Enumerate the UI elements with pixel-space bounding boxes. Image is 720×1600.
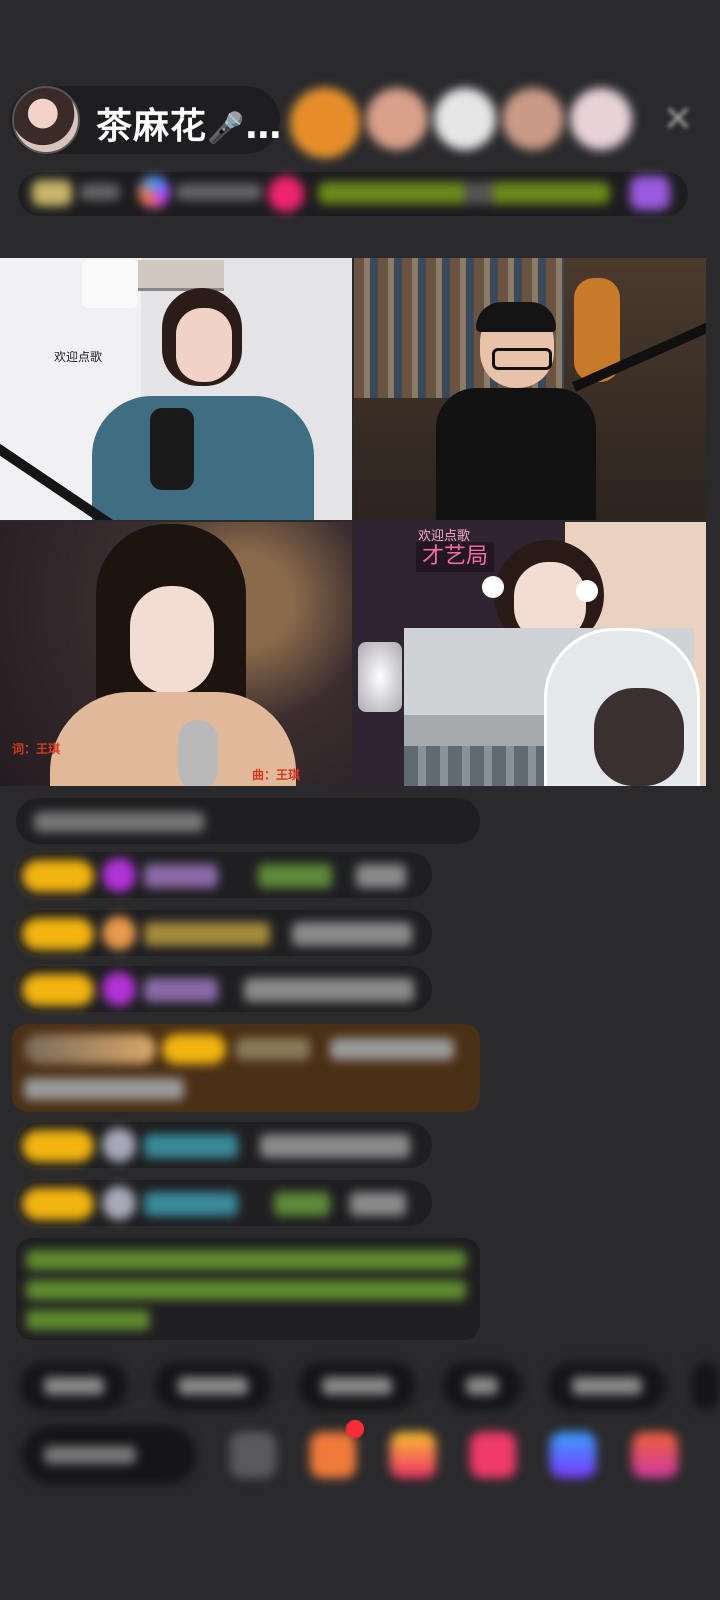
viewer-avatar-1[interactable] [290,88,360,158]
lyric-label: 词：王琪 [12,742,61,756]
rank-item-text-2 [176,184,262,200]
chat-username [144,978,218,1002]
game-icon[interactable] [550,1432,596,1478]
viewer-avatar-4[interactable] [502,88,564,150]
quick-reply-3[interactable] [298,1362,416,1410]
level-badge [22,860,94,892]
announcement-line-1 [26,1250,466,1270]
chat-text [244,978,414,1002]
user-avatar [102,1128,136,1162]
chat-text [260,1134,410,1158]
chat-username [144,922,270,946]
chat-text [292,922,412,946]
rank-tags [318,182,610,204]
person-body [436,388,596,520]
chat-text [330,1038,454,1060]
notification-dot [346,1420,364,1438]
hooded-face [594,688,684,786]
chat-text [356,864,406,888]
person-hair [476,302,556,332]
level-badge [162,1034,226,1064]
vip-badge [24,1034,156,1064]
level-badge [22,1130,94,1162]
chat-username [144,1134,238,1158]
viewer-avatar-3[interactable] [434,88,496,150]
video-tile-top-left[interactable]: 欢迎点歌 [0,258,352,520]
gift-box-icon[interactable] [310,1432,356,1478]
heart-gift-icon[interactable] [470,1432,516,1478]
quick-reply-2[interactable] [154,1362,272,1410]
hair-bow-right [576,580,598,602]
chat-target [258,864,332,888]
quick-reply-1[interactable] [20,1362,128,1410]
rainbow-gift-icon[interactable] [390,1432,436,1478]
microphone [150,408,194,490]
gift-rank-icon[interactable] [268,176,304,212]
viewer-avatar-2[interactable] [366,88,428,150]
announcement-line-2 [26,1280,466,1300]
video-tile-bottom-right[interactable]: 欢迎点歌 才艺局 [354,522,706,786]
rank-color-icon [138,176,170,208]
host-name-ellipsis: … [245,106,283,147]
diamond-icon [102,972,136,1006]
level-badge [22,1188,94,1220]
chat-text-line-2 [24,1078,184,1100]
person-body [92,396,314,520]
level-badge [22,918,94,950]
music-label: 曲：王琪 [252,768,301,782]
quick-reply-4[interactable] [442,1362,522,1410]
diamond-icon [102,858,136,892]
chat-target [274,1192,330,1216]
video-tile-bottom-left[interactable]: 词：王琪 曲：王琪 [0,522,352,786]
hair-bow-left [482,576,504,598]
picture-in-picture[interactable] [404,628,700,786]
microphone-icon: 🎤 [207,111,246,146]
emoji-icon[interactable] [230,1432,276,1478]
chat-username [144,1192,238,1216]
rank-item-icon [32,180,72,206]
viewer-avatar-5[interactable] [570,88,632,150]
microphone [178,720,218,786]
more-icon[interactable] [632,1432,678,1478]
host-avatar[interactable] [12,86,80,154]
person-face [130,586,214,694]
host-name[interactable]: 茶麻花🎤… [96,97,282,149]
lamp [82,260,138,308]
host-name-text: 茶麻花 [96,106,208,147]
rank-end-icon[interactable] [630,176,670,210]
tile-label: 欢迎点歌 [54,350,103,364]
chat-text [350,1192,406,1216]
close-icon[interactable]: ✕ [656,98,700,142]
chat-username [236,1038,310,1060]
chat-input-field[interactable] [22,1426,196,1484]
label-big: 才艺局 [416,542,495,572]
level-badge [22,974,94,1006]
quick-reply-6[interactable] [692,1362,720,1410]
person-glasses [492,348,552,370]
shelf [138,260,224,291]
system-text [34,812,204,832]
chat-input-placeholder [44,1446,136,1464]
rank-item-text [80,184,120,200]
chat-username [144,864,218,888]
quick-reply-5[interactable] [548,1362,666,1410]
fan-badge-icon [102,916,136,950]
video-tile-top-right[interactable] [354,258,706,520]
person-face [176,308,232,382]
lamp [358,642,402,712]
user-avatar [102,1186,136,1220]
announcement-line-3 [26,1310,150,1330]
